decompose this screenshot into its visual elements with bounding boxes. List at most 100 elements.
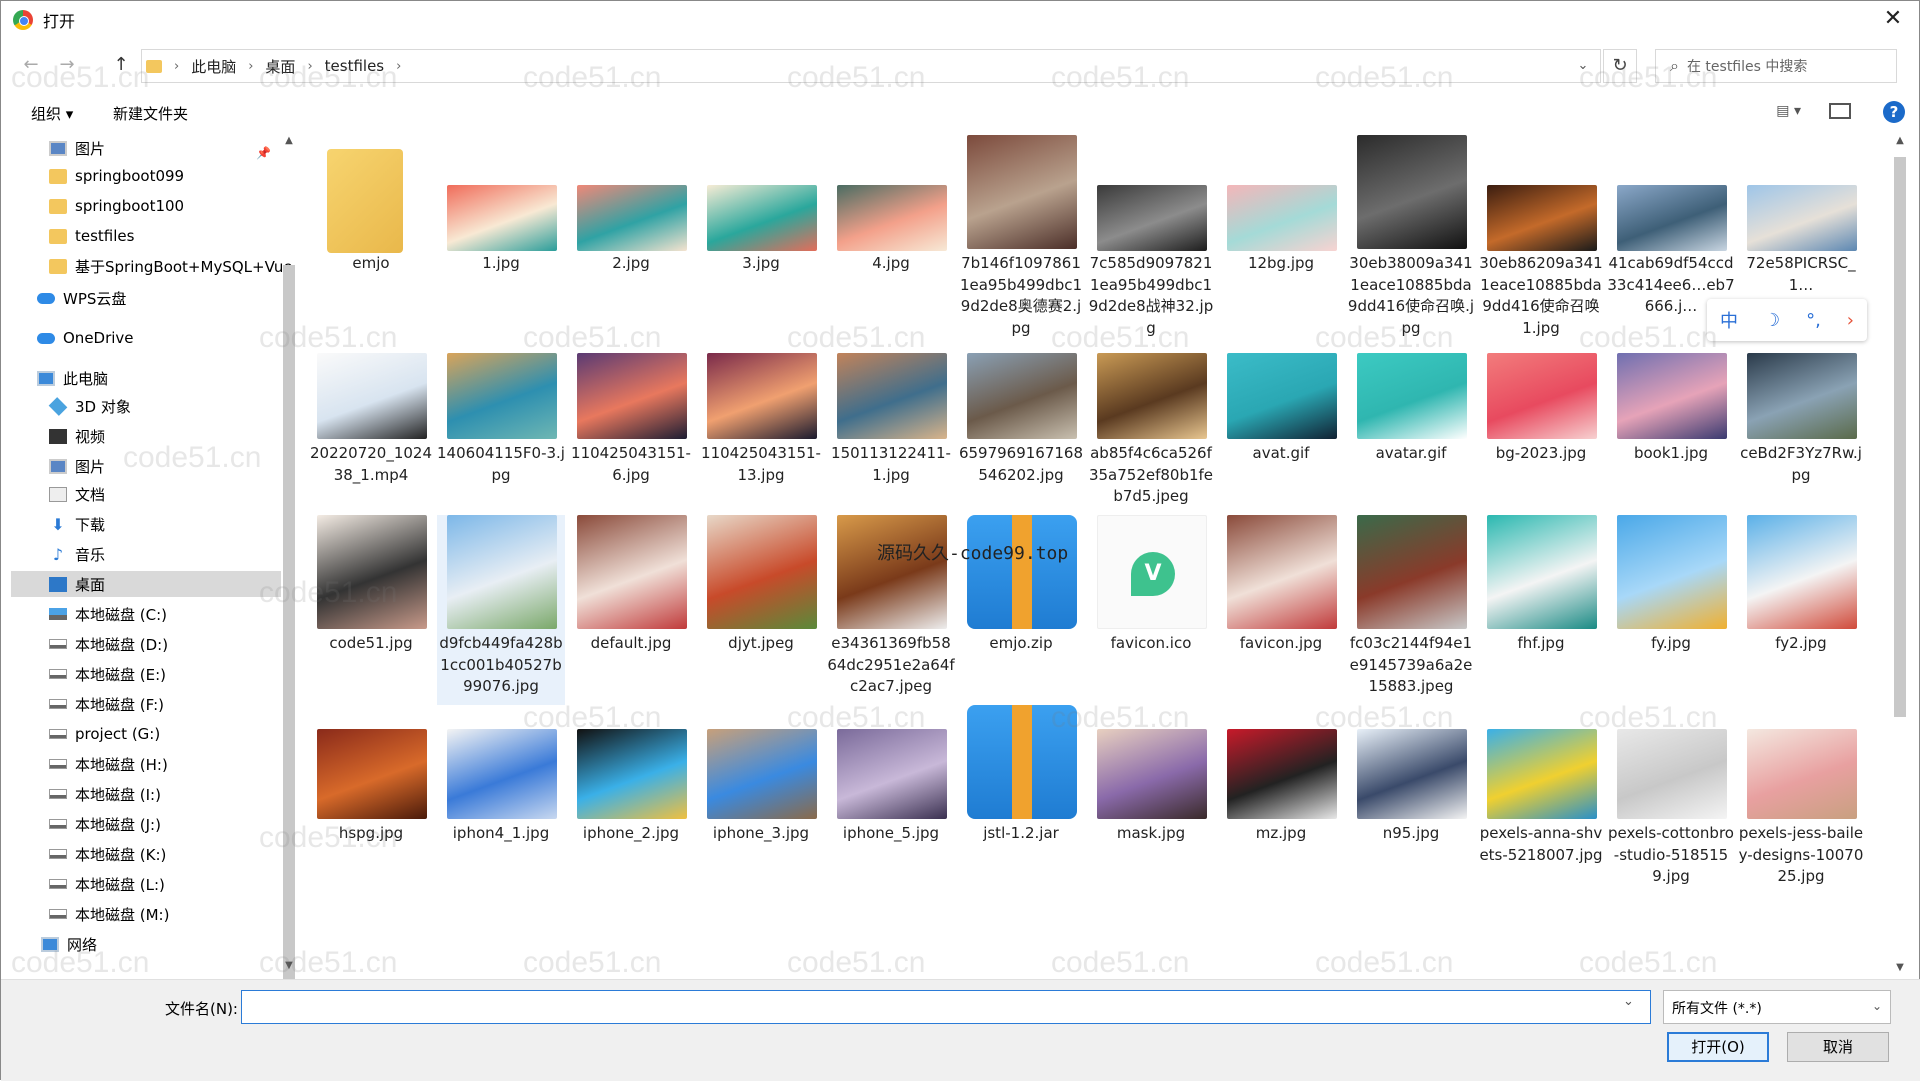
view-options-icon[interactable]: ▤ ▾ [1776,103,1801,119]
scroll-up-icon[interactable]: ▲ [1891,135,1909,146]
back-arrow-icon[interactable]: ← [17,51,45,79]
sidebar-item[interactable]: 本地磁盘 (E:) [11,661,281,687]
file-tile[interactable]: iphone_2.jpg [567,705,695,895]
sidebar-item[interactable]: 本地磁盘 (K:) [11,841,281,867]
sidebar-item[interactable]: 图片 [11,453,281,479]
file-tile[interactable]: 4.jpg [827,135,955,325]
file-tile[interactable]: iphone_3.jpg [697,705,825,895]
file-tile[interactable]: hspg.jpg [307,705,435,895]
sidebar-item[interactable]: 本地磁盘 (F:) [11,691,281,717]
file-tile[interactable]: emjo [307,135,435,325]
ime-toolbar[interactable]: 中 ☽ °, › [1707,299,1867,341]
breadcrumb[interactable]: › 此电脑 › 桌面 › testfiles › ⌄ [141,49,1601,83]
file-type-select[interactable]: 所有文件 (*.*) ⌄ [1663,990,1891,1024]
crumb-testfiles[interactable]: testfiles [325,57,384,75]
file-tile[interactable]: pexels-cottonbro-studio-5185159.jpg [1607,705,1735,895]
sidebar-item[interactable]: 本地磁盘 (J:) [11,811,281,837]
moon-icon[interactable]: ☽ [1764,310,1780,331]
sidebar-item[interactable]: 视频 [11,423,281,449]
preview-pane-icon[interactable] [1829,103,1851,119]
file-tile[interactable]: 2.jpg [567,135,695,325]
ime-language-indicator[interactable]: 中 [1720,307,1738,333]
file-tile[interactable]: mz.jpg [1217,705,1345,895]
file-tile[interactable]: fy2.jpg [1737,515,1865,705]
scroll-up-icon[interactable]: ▲ [281,135,297,146]
file-tile[interactable]: 150113122411-1.jpg [827,325,955,515]
chevron-down-icon[interactable]: ⌄ [1566,50,1600,82]
file-tile[interactable]: Vfavicon.ico [1087,515,1215,705]
close-icon[interactable]: ✕ [1879,5,1907,33]
file-tile[interactable]: ceBd2F3Yz7Rw.jpg [1737,325,1865,515]
file-tile[interactable]: 72e58PICRSC_1… [1737,135,1865,325]
sidebar-item[interactable]: OneDrive [11,325,281,351]
filename-input[interactable] [241,990,1651,1024]
sidebar-item[interactable]: WPS云盘 [11,285,281,311]
sidebar-item[interactable]: springboot099 [11,163,281,189]
file-tile[interactable]: djyt.jpeg [697,515,825,705]
crumb-this-pc[interactable]: 此电脑 [191,56,236,77]
file-tile[interactable]: fc03c2144f94e1e9145739a6a2e15883.jpeg [1347,515,1475,705]
open-button[interactable]: 打开(O) [1667,1032,1769,1062]
sidebar-item[interactable]: 本地磁盘 (C:) [11,601,281,627]
sidebar-item[interactable]: 本地磁盘 (L:) [11,871,281,897]
sidebar-item[interactable]: 3D 对象 [11,393,281,419]
sidebar-item[interactable]: 桌面 [11,571,281,597]
file-tile[interactable]: ab85f4c6ca526f35a752ef80b1feb7d5.jpeg [1087,325,1215,515]
file-tile[interactable]: iphone_5.jpg [827,705,955,895]
sidebar-item[interactable]: 网络 [11,931,281,957]
help-icon[interactable]: ? [1883,101,1905,123]
cancel-button[interactable]: 取消 [1787,1032,1889,1062]
file-tile[interactable]: 110425043151-6.jpg [567,325,695,515]
scrollbar-thumb[interactable] [283,265,295,1065]
file-tile[interactable]: 41cab69df54ccd33c414ee6…eb7666.j… [1607,135,1735,325]
file-tile[interactable]: 30eb38009a3411eace10885bda9dd416使命召唤.jpg [1347,135,1475,337]
file-tile[interactable]: default.jpg [567,515,695,705]
sidebar-scrollbar[interactable]: ▲ ▼ [281,135,297,1065]
up-arrow-icon[interactable]: ↑ [107,51,135,79]
file-tile[interactable]: 3.jpg [697,135,825,325]
file-tile[interactable]: pexels-jess-bailey-designs-1007025.jpg [1737,705,1865,895]
sidebar-item[interactable]: 本地磁盘 (H:) [11,751,281,777]
file-tile[interactable]: fy.jpg [1607,515,1735,705]
file-tile[interactable]: avatar.gif [1347,325,1475,515]
file-tile[interactable]: fhf.jpg [1477,515,1605,705]
file-tile[interactable]: avat.gif [1217,325,1345,515]
sidebar-item[interactable]: 本地磁盘 (I:) [11,781,281,807]
sidebar-item[interactable]: 文档 [11,481,281,507]
sidebar-item[interactable]: 本地磁盘 (M:) [11,901,281,927]
sidebar-item[interactable]: springboot100 [11,193,281,219]
file-tile[interactable]: mask.jpg [1087,705,1215,895]
scroll-down-icon[interactable]: ▼ [281,960,297,971]
punctuation-icon[interactable]: °, [1806,310,1821,331]
file-tile[interactable]: 30eb86209a3411eace10885bda9dd416使命召唤1.jp… [1477,135,1605,337]
chevron-down-icon[interactable]: ⌄ [1623,994,1634,1009]
file-tile[interactable]: 140604115F0-3.jpg [437,325,565,515]
file-tile[interactable]: d9fcb449fa428b1cc001b40527b99076.jpg [437,515,565,705]
new-folder-button[interactable]: 新建文件夹 [113,103,188,124]
sidebar-item[interactable]: 此电脑 [11,365,281,391]
file-tile[interactable]: n95.jpg [1347,705,1475,895]
file-tile[interactable]: jstl-1.2.jar [957,705,1085,895]
sidebar-item[interactable]: ♪ 音乐 [11,541,281,567]
file-tile[interactable]: iphon4_1.jpg [437,705,565,895]
file-tile[interactable]: 7b146f10978611ea95b499dbc19d2de8奥德赛2.jpg [957,135,1085,337]
file-tile[interactable]: 12bg.jpg [1217,135,1345,325]
crumb-desktop[interactable]: 桌面 [265,56,295,77]
file-tile[interactable]: book1.jpg [1607,325,1735,515]
sidebar-item[interactable]: 图片 [11,135,281,161]
refresh-icon[interactable]: ↻ [1603,49,1637,83]
scrollbar-thumb[interactable] [1894,157,1906,717]
chevron-right-icon[interactable]: › [396,59,401,74]
organize-button[interactable]: 组织 ▾ [31,103,73,124]
scroll-down-icon[interactable]: ▼ [1891,962,1909,973]
file-view-scrollbar[interactable]: ▲ ▼ [1891,135,1909,973]
forward-arrow-icon[interactable]: → [53,51,81,79]
file-tile[interactable]: code51.jpg [307,515,435,705]
file-tile[interactable]: pexels-anna-shvets-5218007.jpg [1477,705,1605,895]
sidebar-item[interactable]: project (G:) [11,721,281,747]
file-tile[interactable]: 7c585d90978211ea95b499dbc19d2de8战神32.jpg [1087,135,1215,337]
arrow-right-icon[interactable]: › [1847,310,1854,331]
sidebar-item[interactable]: 本地磁盘 (D:) [11,631,281,657]
sidebar-item[interactable]: ⬇ 下载 [11,511,281,537]
search-box[interactable]: ⌕ 在 testfiles 中搜索 [1655,49,1897,83]
